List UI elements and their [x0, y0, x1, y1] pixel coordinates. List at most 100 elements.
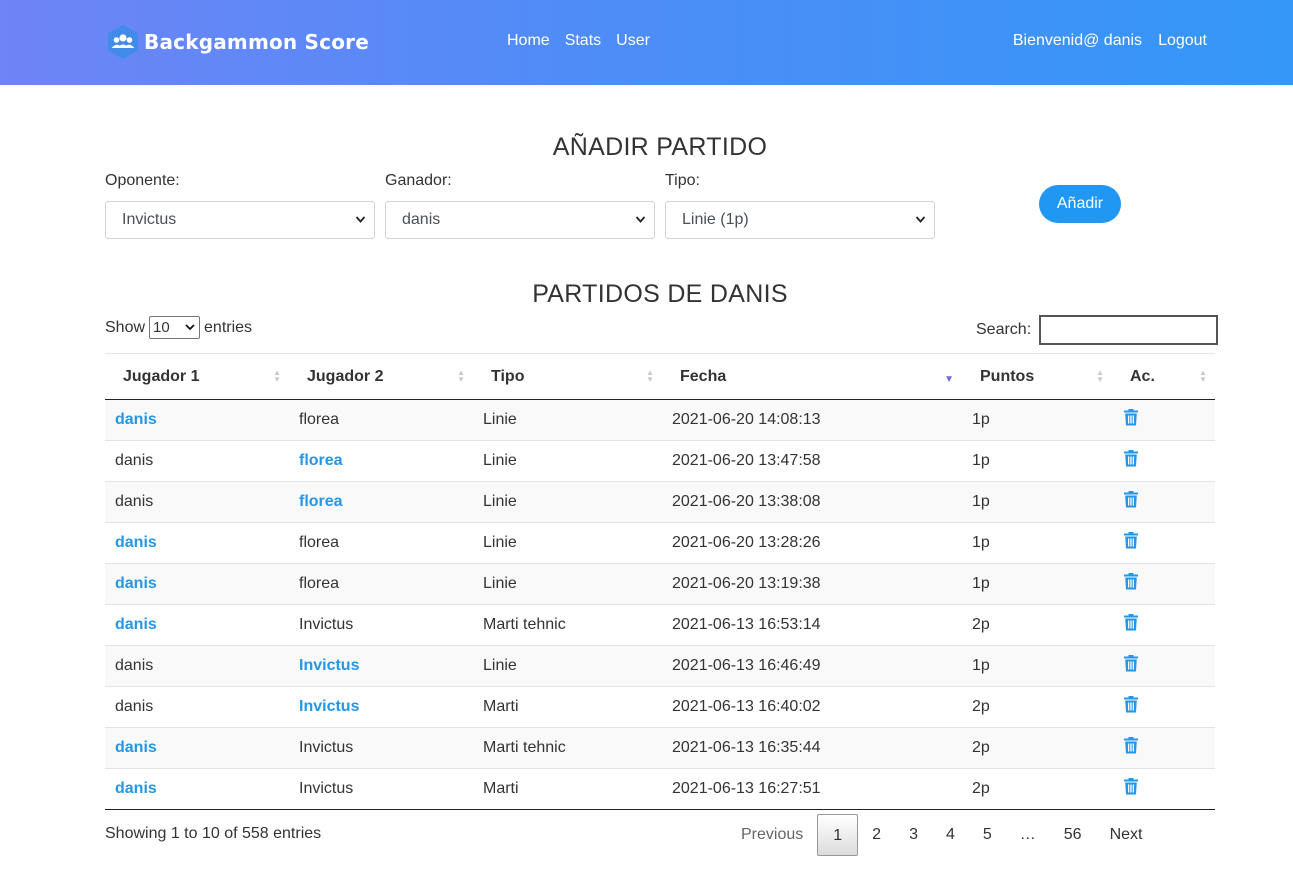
table-row: danis florea Linie 2021-06-20 13:19:38 1p	[105, 563, 1215, 605]
player2-cell: florea	[289, 481, 473, 523]
column-header-actions[interactable]: Ac. ▲ ▼	[1112, 353, 1215, 400]
actions-cell	[1112, 522, 1215, 564]
points-cell: 1p	[962, 440, 1112, 482]
type-select[interactable]: Linie (1p)	[665, 201, 935, 239]
table-row: danis Invictus Marti tehnic 2021-06-13 16:3…	[105, 727, 1215, 769]
pagination-page-1[interactable]: 1	[817, 814, 859, 856]
table-row: danis Invictus Linie 2021-06-13 16:46:49 1p	[105, 645, 1215, 687]
points-cell: 2p	[962, 604, 1112, 646]
column-header-jugador-2[interactable]: Jugador 2 ▲ ▼	[289, 353, 473, 400]
table-header-row: Jugador 1 ▲ ▼ Jugador 2 ▲ ▼ Tipo ▲ ▼ Fecha ▼ Pu…	[105, 353, 1215, 400]
user-nav: Bienvenid@ danis Logout	[1013, 32, 1207, 50]
actions-cell	[1112, 563, 1215, 605]
player2-cell: Invictus	[289, 686, 473, 728]
table-row: danis Invictus Marti tehnic 2021-06-13 16:5…	[105, 604, 1215, 646]
chevron-down-icon	[915, 202, 926, 253]
trash-icon[interactable]	[1124, 778, 1138, 795]
add-match-title: AÑADIR PARTIDO	[552, 133, 768, 161]
show-label: Show	[105, 318, 146, 336]
table-row: danis florea Linie 2021-06-20 13:38:08 1p	[105, 481, 1215, 523]
date-cell: 2021-06-13 16:27:51	[662, 768, 962, 810]
type-cell: Marti	[473, 768, 662, 810]
logout-link[interactable]: Logout	[1158, 32, 1207, 50]
type-cell: Linie	[473, 645, 662, 687]
actions-cell	[1112, 440, 1215, 482]
player2-cell: Invictus	[289, 768, 473, 810]
people-group-icon	[106, 24, 140, 60]
brand-title: Backgammon Score	[144, 30, 369, 54]
column-header-puntos[interactable]: Puntos ▲ ▼	[962, 353, 1112, 400]
winner-select[interactable]: danis	[385, 201, 655, 239]
sort-desc-icon: ▼	[944, 374, 954, 385]
column-header-fecha[interactable]: Fecha ▼	[662, 353, 962, 400]
trash-icon[interactable]	[1124, 532, 1138, 549]
player2-cell: florea	[289, 440, 473, 482]
matches-title: PARTIDOS DE DANIS	[532, 280, 788, 308]
pagination-next[interactable]: Next	[1096, 814, 1157, 856]
type-cell: Marti	[473, 686, 662, 728]
table-row: danis florea Linie 2021-06-20 13:47:58 1p	[105, 440, 1215, 482]
type-label: Tipo:	[665, 172, 700, 189]
date-cell: 2021-06-13 16:35:44	[662, 727, 962, 769]
date-cell: 2021-06-13 16:46:49	[662, 645, 962, 687]
trash-icon[interactable]	[1124, 696, 1138, 713]
actions-cell	[1112, 399, 1215, 441]
trash-icon[interactable]	[1124, 409, 1138, 426]
date-cell: 2021-06-20 13:47:58	[662, 440, 962, 482]
date-cell: 2021-06-20 14:08:13	[662, 399, 962, 441]
type-cell: Marti tehnic	[473, 604, 662, 646]
actions-cell	[1112, 686, 1215, 728]
player2-cell: Invictus	[289, 645, 473, 687]
sort-both-icon: ▲ ▼	[646, 368, 654, 384]
winner-field: Ganador: danis	[385, 172, 655, 239]
opponent-label: Oponente:	[105, 172, 180, 189]
pagination: Previous 1 2 3 4 5 … 56 Next	[727, 814, 1156, 856]
chevron-down-icon	[355, 202, 366, 253]
opponent-field: Oponente: Invictus	[105, 172, 375, 239]
opponent-select[interactable]: Invictus	[105, 201, 375, 239]
nav-user-link[interactable]: User	[616, 32, 650, 50]
player2-cell: florea	[289, 399, 473, 441]
trash-icon[interactable]	[1124, 614, 1138, 631]
type-cell: Linie	[473, 563, 662, 605]
chevron-down-icon	[185, 317, 195, 346]
player1-cell: danis	[105, 563, 289, 605]
pagination-page-4[interactable]: 4	[932, 814, 969, 856]
nav-stats-link[interactable]: Stats	[565, 32, 601, 50]
pagination-page-5[interactable]: 5	[969, 814, 1006, 856]
search-input[interactable]	[1039, 315, 1219, 345]
pagination-page-56[interactable]: 56	[1050, 814, 1096, 856]
brand[interactable]: Backgammon Score	[106, 24, 369, 60]
trash-icon[interactable]	[1124, 491, 1138, 508]
table-info: Showing 1 to 10 of 558 entries	[105, 825, 322, 842]
table-search: Search:	[976, 315, 1219, 345]
pagination-page-2[interactable]: 2	[858, 814, 895, 856]
points-cell: 2p	[962, 686, 1112, 728]
trash-icon[interactable]	[1124, 655, 1138, 672]
player1-cell: danis	[105, 768, 289, 810]
page-length-select[interactable]: 10	[149, 316, 201, 339]
page-length-control: Show 10 entries	[105, 316, 252, 339]
player2-cell: florea	[289, 522, 473, 564]
trash-icon[interactable]	[1124, 737, 1138, 754]
type-cell: Linie	[473, 481, 662, 523]
winner-label: Ganador:	[385, 172, 452, 189]
trash-icon[interactable]	[1124, 450, 1138, 467]
main-nav: Home Stats User	[507, 32, 650, 50]
welcome-user-link[interactable]: Bienvenid@ danis	[1013, 32, 1142, 50]
player1-cell: danis	[105, 399, 289, 441]
sort-both-icon: ▲ ▼	[273, 368, 281, 384]
pagination-previous[interactable]: Previous	[727, 814, 817, 856]
table-row: danis Invictus Marti 2021-06-13 16:40:02 2p	[105, 686, 1215, 728]
add-match-button[interactable]: Añadir	[1039, 185, 1121, 223]
points-cell: 2p	[962, 727, 1112, 769]
player2-cell: Invictus	[289, 727, 473, 769]
trash-icon[interactable]	[1124, 573, 1138, 590]
column-header-jugador-1[interactable]: Jugador 1 ▲ ▼	[105, 353, 289, 400]
column-header-tipo[interactable]: Tipo ▲ ▼	[473, 353, 662, 400]
nav-home-link[interactable]: Home	[507, 32, 550, 50]
points-cell: 1p	[962, 563, 1112, 605]
chevron-down-icon	[635, 202, 646, 253]
points-cell: 2p	[962, 768, 1112, 810]
pagination-page-3[interactable]: 3	[895, 814, 932, 856]
